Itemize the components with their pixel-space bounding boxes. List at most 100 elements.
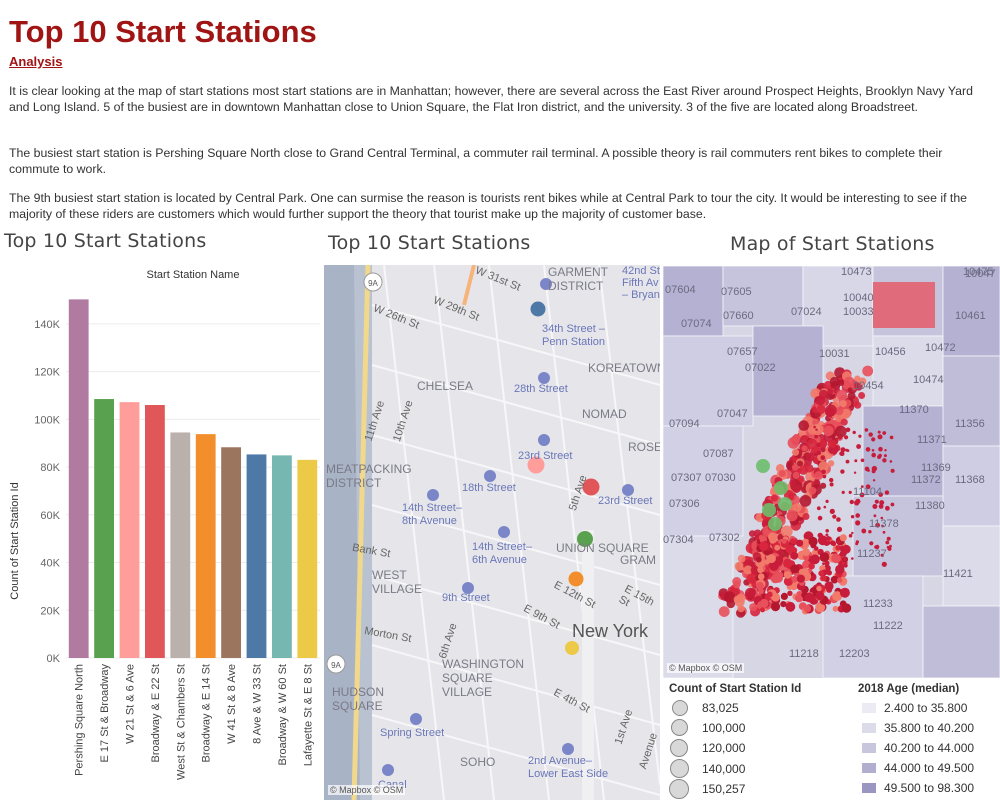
station-dot[interactable] [865, 447, 871, 452]
station-dot[interactable] [816, 479, 820, 483]
station-dot[interactable] [815, 591, 825, 601]
station-dot[interactable] [844, 435, 849, 440]
station-dot[interactable] [851, 557, 854, 560]
size-legend-item[interactable]: 100,000 [671, 719, 745, 736]
station-dot[interactable] [882, 530, 886, 534]
station-dot[interactable] [847, 391, 856, 400]
top-station-dot[interactable] [774, 481, 788, 495]
station-dot[interactable] [836, 526, 843, 532]
station-dot[interactable] [831, 541, 837, 547]
station-dot[interactable] [871, 449, 875, 452]
station-dot[interactable] [885, 505, 890, 511]
station-dot[interactable] [854, 500, 860, 506]
station-dot[interactable] [791, 448, 800, 456]
station-dot[interactable] [855, 520, 861, 526]
station-dot[interactable] [840, 400, 847, 407]
station-dot[interactable] [814, 452, 818, 457]
station-dot[interactable] [839, 552, 843, 557]
station-dot[interactable] [874, 499, 879, 504]
station-dot[interactable] [758, 534, 765, 541]
station-dot[interactable] [825, 499, 829, 503]
station-dot[interactable] [790, 538, 796, 544]
station-dot[interactable] [856, 444, 861, 449]
station-dot[interactable] [808, 486, 817, 495]
station-dot[interactable] [816, 442, 821, 447]
station-dot[interactable] [884, 490, 890, 495]
station-dot[interactable] [862, 365, 874, 377]
station-dot[interactable] [832, 605, 839, 612]
station-dot[interactable] [755, 556, 762, 563]
station-dot[interactable] [780, 525, 793, 538]
station-dot[interactable] [827, 439, 837, 449]
station-dot[interactable] [757, 573, 765, 580]
station-dot[interactable] [783, 571, 792, 579]
station-dot[interactable] [841, 490, 845, 494]
map1-attribution[interactable]: © Mapbox © OSM [328, 785, 406, 795]
station-dot[interactable] [854, 459, 858, 463]
station-dot[interactable] [827, 388, 834, 395]
station-dot[interactable] [867, 469, 870, 472]
station-dot[interactable] [889, 460, 893, 463]
station-dot[interactable] [732, 580, 741, 589]
station-dot[interactable] [886, 536, 891, 541]
station-dot[interactable] [766, 591, 773, 598]
station-dot[interactable] [819, 552, 830, 562]
station-dot[interactable] [852, 430, 856, 435]
size-legend-item[interactable]: 140,000 [670, 759, 745, 778]
station-dot[interactable] [778, 469, 786, 478]
station-dot[interactable] [820, 455, 826, 461]
station-dot[interactable] [802, 513, 810, 520]
station-dot[interactable] [887, 546, 892, 551]
station-dot[interactable] [846, 449, 850, 452]
station-dot[interactable] [836, 517, 841, 522]
station-dot[interactable] [796, 539, 804, 547]
station-dot[interactable] [737, 554, 746, 563]
station-dot[interactable] [737, 605, 745, 613]
station-dot[interactable] [825, 533, 829, 537]
station-dot[interactable] [871, 437, 876, 442]
top-station-dot[interactable] [756, 459, 770, 473]
station-dot[interactable] [780, 592, 788, 600]
station-dot[interactable] [840, 418, 848, 426]
station-dot[interactable] [757, 566, 764, 574]
station-dot[interactable] [770, 602, 781, 612]
color-legend-item[interactable]: 35.800 to 40.200 [862, 721, 974, 735]
size-legend-item[interactable]: 150,257 [669, 779, 745, 799]
station-dot[interactable] [825, 404, 837, 417]
station-dot[interactable] [791, 464, 799, 471]
bar[interactable] [195, 434, 216, 658]
station-dot[interactable] [770, 494, 778, 502]
bar-chart[interactable]: Start Station Name Count of Start Statio… [0, 258, 322, 800]
station-dot[interactable] [841, 603, 852, 613]
station-dot[interactable] [734, 561, 744, 571]
station-dot[interactable] [803, 604, 811, 613]
station-dot[interactable] [848, 490, 852, 494]
station-dot[interactable] [826, 536, 831, 541]
station-dot[interactable] [781, 538, 787, 544]
color-legend-item[interactable]: 44.000 to 49.500 [862, 761, 974, 775]
station-dot[interactable] [890, 468, 895, 473]
choropleth-map[interactable]: 10473 10475 10047 07604 07605 10040 10461 07074… [663, 266, 1000, 678]
station-dot[interactable] [839, 587, 850, 598]
bar[interactable] [246, 454, 267, 658]
station-dot[interactable] [815, 428, 818, 431]
station-dot[interactable] [837, 379, 845, 386]
station-dot[interactable] [882, 431, 887, 435]
station-dot[interactable] [816, 506, 821, 511]
station-dot[interactable] [810, 554, 820, 565]
station-dot[interactable] [829, 508, 835, 514]
station-dot[interactable] [873, 514, 877, 518]
station-dot[interactable] [855, 513, 860, 518]
station-dot[interactable] [889, 435, 894, 440]
station-dot[interactable] [824, 563, 829, 568]
station-dot[interactable] [858, 392, 866, 399]
station-dot[interactable] [878, 453, 882, 458]
station-dot[interactable] [878, 446, 883, 452]
size-legend-item[interactable]: 83,025 [672, 700, 739, 716]
station-dot[interactable] [808, 562, 815, 570]
station-dot[interactable] [845, 459, 850, 464]
bar[interactable] [94, 399, 115, 658]
station-dot[interactable] [804, 592, 815, 603]
station-dot[interactable] [824, 581, 834, 591]
station-dot[interactable] [858, 434, 862, 438]
